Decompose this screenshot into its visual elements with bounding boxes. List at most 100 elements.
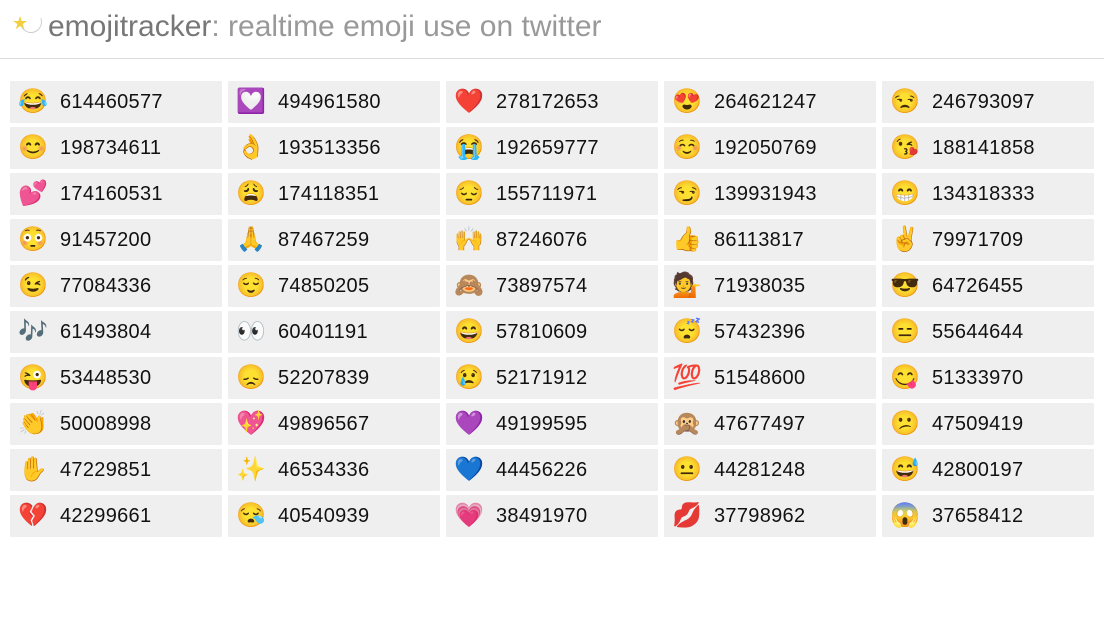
heart-eyes-icon: 😍	[672, 90, 700, 114]
emoji-cell-crying-face[interactable]: 😢52171912	[446, 357, 658, 399]
emoji-cell-smirking-face[interactable]: 😏 139931943	[664, 173, 876, 215]
emoji-count: 174118351	[278, 183, 379, 206]
emoji-count: 51333970	[932, 367, 1023, 390]
emoji-cell-growing-heart[interactable]: 💗 38491970	[446, 495, 658, 537]
emoji-cell-grinning-sweat[interactable]: 😅42800197	[882, 449, 1094, 491]
growing-heart-icon: 💗	[454, 504, 482, 528]
emoji-cell-neutral-face[interactable]: 😐44281248	[664, 449, 876, 491]
emoji-cell-sunglasses-face[interactable]: 😎 64726455	[882, 265, 1094, 307]
emoji-count: 198734611	[60, 137, 161, 160]
emoji-cell-grinning-smiling-eyes[interactable]: 😄57810609	[446, 311, 658, 353]
emoji-count: 264621247	[714, 91, 817, 114]
emoji-cell-musical-notes[interactable]: 🎶 61493804	[10, 311, 222, 353]
sunglasses-face-icon: 😎	[890, 274, 918, 298]
emoji-cell-confused-face[interactable]: 😕47509419	[882, 403, 1094, 445]
emoji-cell-see-no-evil-monkey[interactable]: 🙈73897574	[446, 265, 658, 307]
thumbs-up-icon: 👍	[672, 228, 700, 252]
emoji-cell-sparkling-heart[interactable]: 💖49896567	[228, 403, 440, 445]
emoji-cell-face-with-tears-of-joy[interactable]: 😂 614460577	[10, 81, 222, 123]
weary-face-icon: 😩	[236, 182, 264, 206]
emoji-cell-sleeping-face[interactable]: 😴57432396	[664, 311, 876, 353]
confused-face-icon: 😕	[890, 412, 918, 436]
emoji-count: 52171912	[496, 367, 587, 390]
emoji-count: 192659777	[496, 137, 599, 160]
emoji-cell-raising-hands[interactable]: 🙌87246076	[446, 219, 658, 261]
emoji-cell-face-blowing-kiss[interactable]: 😘 188141858	[882, 127, 1094, 169]
emoji-count: 192050769	[714, 137, 817, 160]
emoji-cell-red-heart[interactable]: ❤️278172653	[446, 81, 658, 123]
face-blowing-kiss-icon: 😘	[890, 136, 918, 160]
emoji-cell-disappointed-face[interactable]: 😞52207839	[228, 357, 440, 399]
emoji-count: 188141858	[932, 137, 1035, 160]
emoji-cell-pensive-face[interactable]: 😔155711971	[446, 173, 658, 215]
emoji-cell-face-savoring[interactable]: 😋51333970	[882, 357, 1094, 399]
emoji-count: 77084336	[60, 275, 151, 298]
smiling-face-blush-icon: 😊	[18, 136, 46, 160]
emoji-count: 614460577	[60, 91, 163, 114]
emoji-cell-victory-hand[interactable]: ✌️79971709	[882, 219, 1094, 261]
emoji-cell-speak-no-evil-monkey[interactable]: 🙊47677497	[664, 403, 876, 445]
sleepy-face-icon: 😪	[236, 504, 264, 528]
emoji-cell-sleepy-face[interactable]: 😪 40540939	[228, 495, 440, 537]
hundred-points-icon: 💯	[672, 366, 700, 390]
page-title: emojitracker: realtime emoji use on twit…	[48, 10, 602, 44]
emoji-count: 40540939	[278, 505, 369, 528]
emoji-count: 71938035	[714, 275, 805, 298]
clapping-hands-icon: 👏	[18, 412, 46, 436]
emoji-cell-kiss-mark[interactable]: 💋37798962	[664, 495, 876, 537]
emoji-count: 87246076	[496, 229, 587, 252]
speak-no-evil-monkey-icon: 🙊	[672, 412, 700, 436]
emoji-cell-heart-eyes[interactable]: 😍 264621247	[664, 81, 876, 123]
two-hearts-icon: 💕	[18, 182, 46, 206]
emoji-cell-expressionless-face[interactable]: 😑55644644	[882, 311, 1094, 353]
emoji-count: 61493804	[60, 321, 151, 344]
emoji-count: 49199595	[496, 413, 587, 436]
folded-hands-icon: 🙏	[236, 228, 264, 252]
emoji-cell-unamused-face[interactable]: 😒246793097	[882, 81, 1094, 123]
emoji-count: 38491970	[496, 505, 587, 528]
emoji-cell-screaming-face[interactable]: 😱37658412	[882, 495, 1094, 537]
emoji-count: 51548600	[714, 367, 805, 390]
emoji-cell-heart-decoration[interactable]: 💟494961580	[228, 81, 440, 123]
emoji-cell-purple-heart[interactable]: 💜49199595	[446, 403, 658, 445]
emoji-cell-ok-hand[interactable]: 👌193513356	[228, 127, 440, 169]
emoji-count: 193513356	[278, 137, 381, 160]
emoji-cell-sparkles[interactable]: ✨46534336	[228, 449, 440, 491]
eyes-icon: 👀	[236, 320, 264, 344]
smiling-face-icon: ☺️	[672, 136, 700, 160]
relieved-face-icon: 😌	[236, 274, 264, 298]
expressionless-face-icon: 😑	[890, 320, 918, 344]
emoji-count: 134318333	[932, 183, 1035, 206]
emoji-cell-blue-heart[interactable]: 💙44456226	[446, 449, 658, 491]
emoji-cell-winking-tongue[interactable]: 😜53448530	[10, 357, 222, 399]
emoji-cell-folded-hands[interactable]: 🙏87467259	[228, 219, 440, 261]
emoji-cell-smiling-face[interactable]: ☺️ 192050769	[664, 127, 876, 169]
raised-hand-icon: ✋	[18, 458, 46, 482]
emoji-cell-loudly-crying-face[interactable]: 😭192659777	[446, 127, 658, 169]
emoji-cell-grinning-squinting[interactable]: 😁134318333	[882, 173, 1094, 215]
emoji-count: 174160531	[60, 183, 163, 206]
emoji-cell-person-tipping-hand[interactable]: 💁 71938035	[664, 265, 876, 307]
emoji-cell-two-hearts[interactable]: 💕 174160531	[10, 173, 222, 215]
smirking-face-icon: 😏	[672, 182, 700, 206]
emoji-cell-thumbs-up[interactable]: 👍86113817	[664, 219, 876, 261]
emoji-cell-broken-heart[interactable]: 💔42299661	[10, 495, 222, 537]
emoji-count: 49896567	[278, 413, 369, 436]
emoji-count: 44456226	[496, 459, 587, 482]
emoji-cell-clapping-hands[interactable]: 👏50008998	[10, 403, 222, 445]
emoji-cell-raised-hand[interactable]: ✋47229851	[10, 449, 222, 491]
emoji-cell-flushed-face[interactable]: 😳91457200	[10, 219, 222, 261]
emoji-cell-eyes[interactable]: 👀60401191	[228, 311, 440, 353]
musical-notes-icon: 🎶	[18, 320, 46, 344]
person-tipping-hand-icon: 💁	[672, 274, 700, 298]
emoji-count: 64726455	[932, 275, 1023, 298]
victory-hand-icon: ✌️	[890, 228, 918, 252]
emoji-cell-smiling-face-blush[interactable]: 😊 198734611	[10, 127, 222, 169]
emoji-cell-weary-face[interactable]: 😩 174118351	[228, 173, 440, 215]
emoji-count: 139931943	[714, 183, 817, 206]
emoji-cell-hundred-points[interactable]: 💯 51548600	[664, 357, 876, 399]
emoji-cell-relieved-face[interactable]: 😌 74850205	[228, 265, 440, 307]
emoji-cell-winking-face[interactable]: 😉77084336	[10, 265, 222, 307]
emoji-count: 74850205	[278, 275, 369, 298]
face-with-tears-of-joy-icon: 😂	[18, 90, 46, 114]
